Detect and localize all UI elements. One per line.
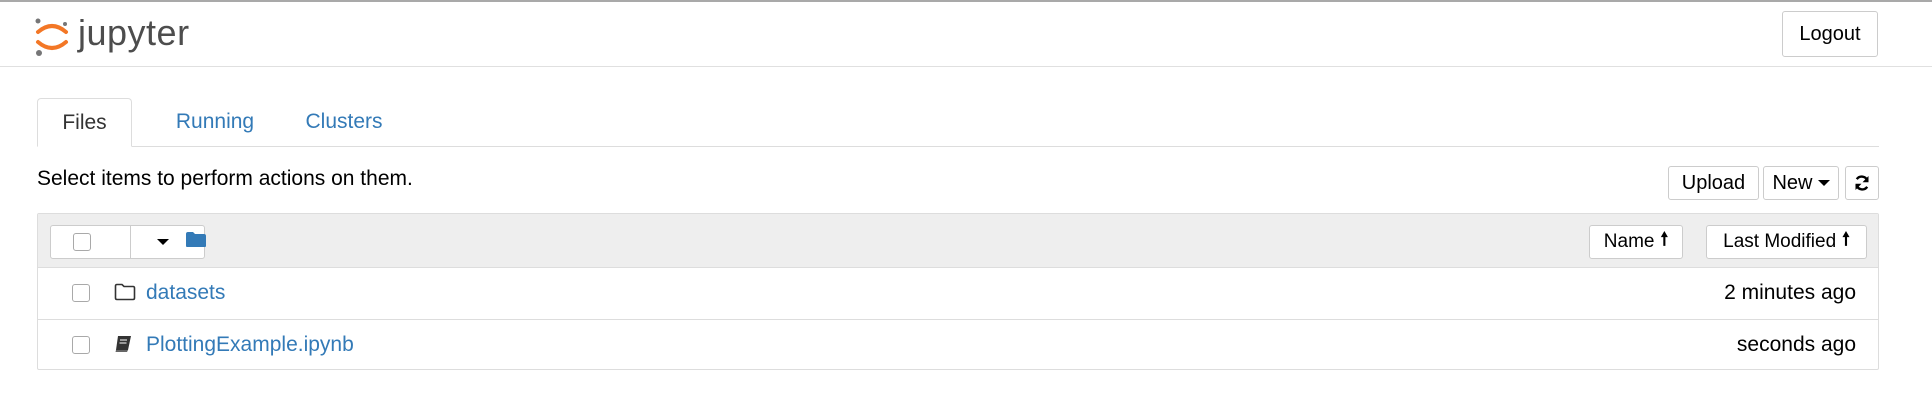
tab-files[interactable]: Files <box>37 98 132 147</box>
refresh-icon <box>1855 175 1869 191</box>
tab-clusters[interactable]: Clusters <box>284 98 404 146</box>
row-modified: 2 minutes ago <box>1724 281 1856 304</box>
folder-icon[interactable] <box>185 231 207 248</box>
new-button[interactable]: New <box>1763 166 1839 200</box>
new-button-label: New <box>1772 171 1813 194</box>
jupyter-logo-icon <box>35 18 68 56</box>
folder-outline-icon <box>114 283 136 301</box>
row-modified: seconds ago <box>1736 333 1856 356</box>
row-checkbox[interactable] <box>72 284 90 302</box>
sort-modified-button[interactable]: Last Modified 🠕 <box>1706 225 1867 259</box>
row-checkbox[interactable] <box>72 336 90 354</box>
select-divider <box>130 226 131 258</box>
instruction-text: Select items to perform actions on them. <box>37 167 413 190</box>
row-name-link[interactable]: datasets <box>146 281 225 305</box>
row-name-link[interactable]: PlottingExample.ipynb <box>146 333 354 357</box>
upload-button[interactable]: Upload <box>1668 166 1759 200</box>
header: jupyter Logout <box>0 2 1932 67</box>
list-item[interactable]: datasets 2 minutes ago <box>38 268 1878 319</box>
chevron-down-icon[interactable] <box>157 239 169 245</box>
sort-name-label: Name <box>1603 231 1655 252</box>
chevron-down-icon <box>1817 180 1830 186</box>
app-name: jupyter <box>78 12 190 53</box>
select-all-dropdown[interactable] <box>50 225 205 259</box>
refresh-button[interactable] <box>1845 166 1879 200</box>
file-list-header: Name 🠕 Last Modified 🠕 <box>38 214 1878 268</box>
select-all-checkbox[interactable] <box>73 233 91 251</box>
sort-modified-label: Last Modified <box>1723 231 1837 252</box>
notebook-icon <box>115 336 131 352</box>
list-item[interactable]: PlottingExample.ipynb seconds ago <box>38 319 1878 370</box>
tab-bar: Files Running Clusters <box>37 98 1879 147</box>
file-list: Name 🠕 Last Modified 🠕 datasets 2 minute… <box>37 213 1879 370</box>
logout-button[interactable]: Logout <box>1782 11 1878 57</box>
arrow-up-icon: 🠕 <box>1842 229 1850 249</box>
jupyter-logo[interactable]: jupyter <box>34 12 190 60</box>
sort-name-button[interactable]: Name 🠕 <box>1589 225 1683 259</box>
arrow-up-icon: 🠕 <box>1660 229 1669 249</box>
tab-running[interactable]: Running <box>155 98 275 146</box>
